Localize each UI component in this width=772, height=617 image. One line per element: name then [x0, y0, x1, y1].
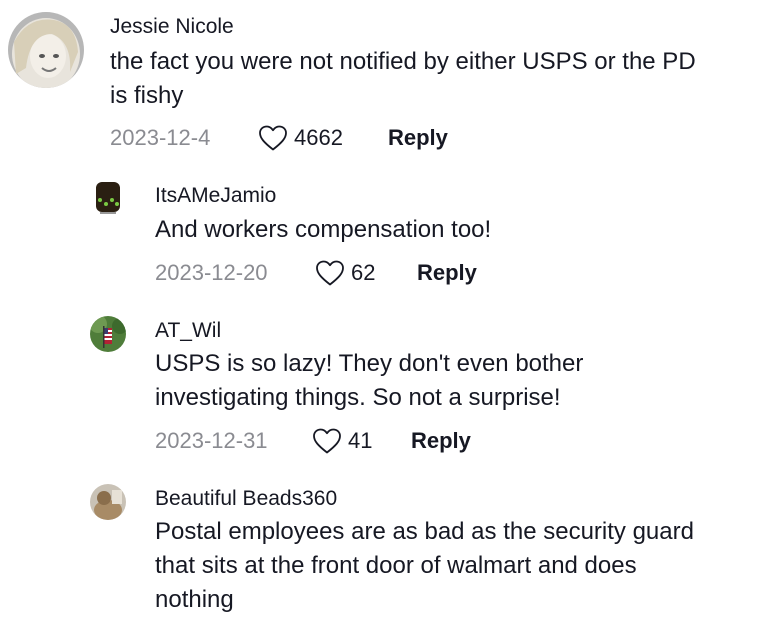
comment-author[interactable]: ItsAMeJamio	[155, 184, 276, 208]
reply-button[interactable]: Reply	[417, 260, 477, 286]
comment-text-line: the fact you were not notified by either…	[110, 48, 696, 75]
comment-author[interactable]: Beautiful Beads360	[155, 487, 337, 511]
comment-text-line: investigating things. So not a surprise!	[155, 384, 561, 411]
comment-author[interactable]: Jessie Nicole	[110, 15, 234, 39]
comment-date: 2023-12-4	[110, 125, 211, 150]
comment-text: Postal employees are as bad as the secur…	[155, 515, 694, 617]
comment-date: 2023-12-20	[155, 260, 268, 285]
comment-text: USPS is so lazy! They don't even bother …	[155, 347, 583, 415]
avatar[interactable]	[90, 180, 126, 216]
avatar[interactable]	[90, 316, 126, 352]
like-count: 4662	[294, 125, 343, 150]
like-count: 62	[351, 260, 376, 285]
comment-author[interactable]: AT_Wil	[155, 319, 221, 343]
like-button[interactable]: 62	[315, 259, 417, 287]
heart-outline-icon[interactable]	[315, 259, 345, 287]
comment-text-line: USPS is so lazy! They don't even bother	[155, 350, 584, 377]
like-button[interactable]: 4662	[258, 124, 388, 152]
heart-outline-icon[interactable]	[258, 124, 288, 152]
like-count: 41	[348, 428, 373, 453]
avatar[interactable]	[8, 12, 84, 88]
comment-text: And workers compensation too!	[155, 213, 491, 247]
comment-meta: 2023-12-31 41 Reply	[155, 424, 471, 458]
comment-text-line: nothing	[155, 586, 234, 613]
comment-text: the fact you were not notified by either…	[110, 45, 696, 113]
comment-text-line: Postal employees are as bad as the secur…	[155, 518, 694, 545]
comment-text-line: that sits at the front door of walmart a…	[155, 552, 637, 579]
reply-button[interactable]: Reply	[411, 428, 471, 454]
like-button[interactable]: 41	[312, 427, 411, 455]
comment-text-line: is fishy	[110, 82, 184, 109]
heart-outline-icon[interactable]	[312, 427, 342, 455]
comment-meta: 2023-12-4 4662 Reply	[110, 121, 448, 155]
comment-meta: 2023-12-20 62 Reply	[155, 256, 477, 290]
avatar[interactable]	[90, 484, 126, 520]
comment-text-line: And workers compensation too!	[155, 216, 492, 243]
reply-button[interactable]: Reply	[388, 125, 448, 151]
comment-date: 2023-12-31	[155, 428, 268, 453]
